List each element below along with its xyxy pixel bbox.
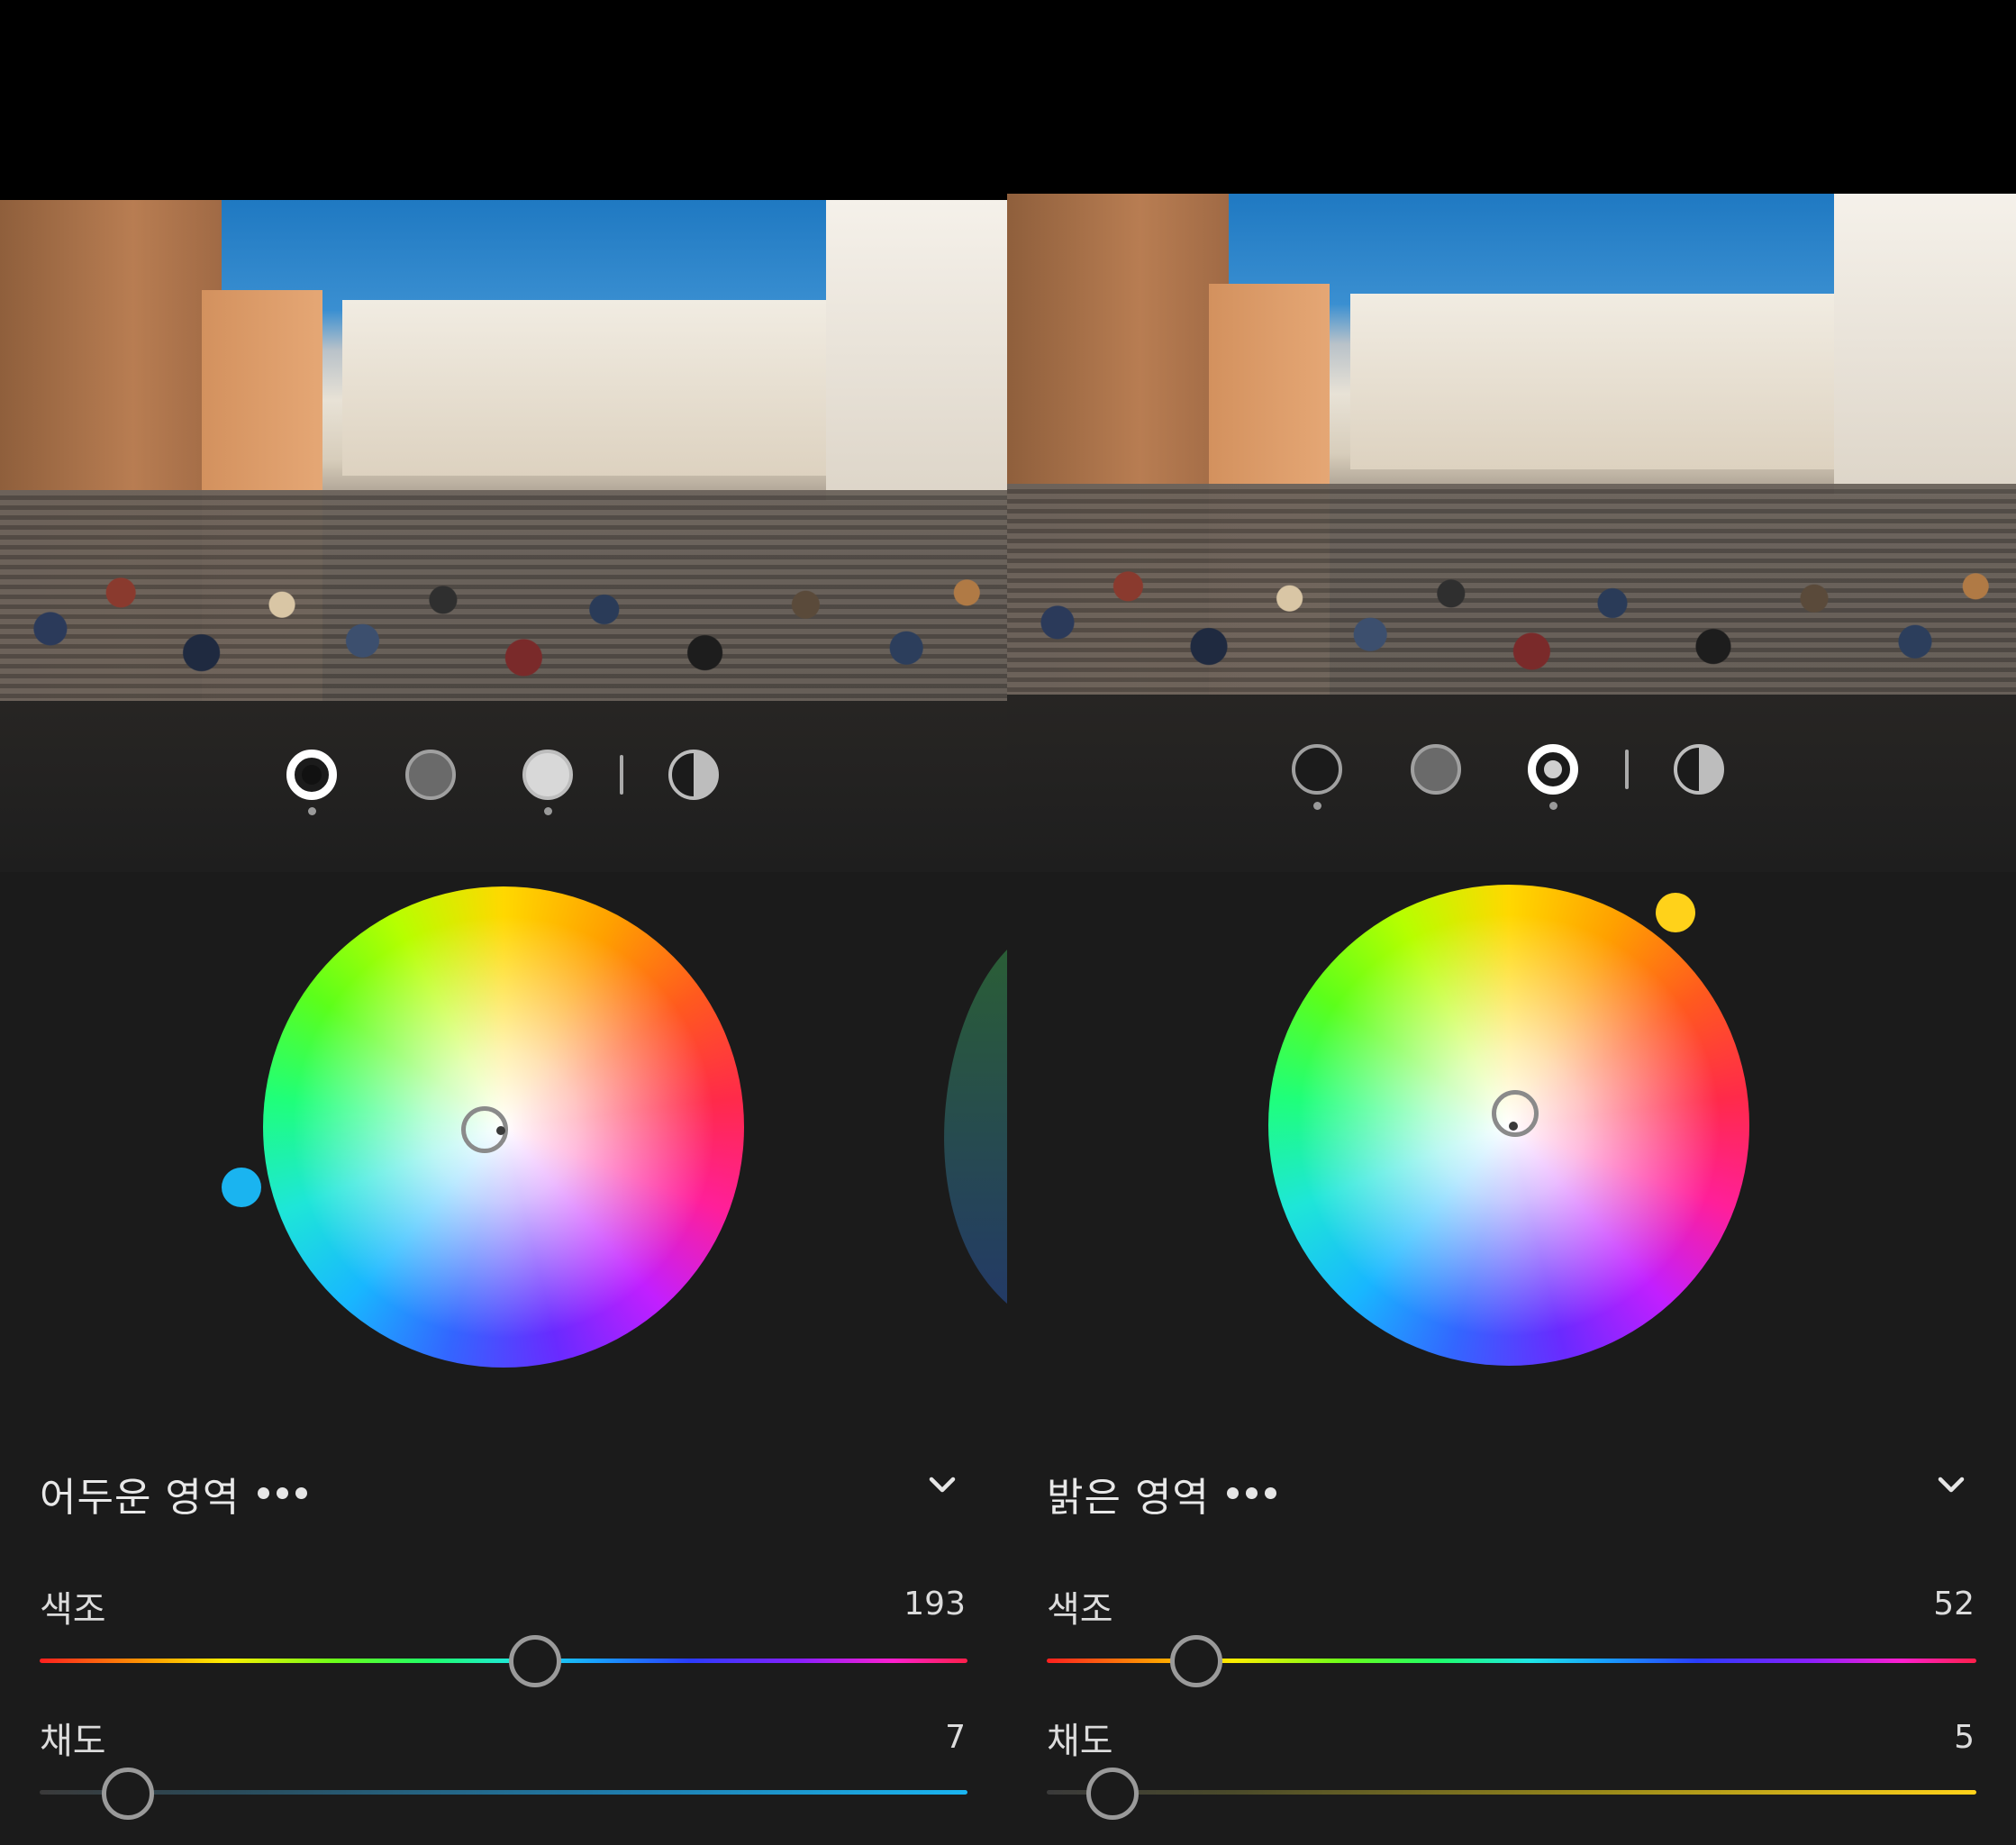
highlights-tone-button[interactable]: [1528, 744, 1578, 795]
saturation-value: 7: [945, 1719, 966, 1756]
shadows-tone-button[interactable]: [1292, 744, 1342, 795]
hue-label: 색조: [40, 1589, 106, 1631]
chevron-down-icon[interactable]: [1935, 1468, 1967, 1501]
tone-selector-bar: [0, 701, 1007, 872]
saturation-value: 5: [1954, 1719, 1975, 1756]
shadows-tone-button[interactable]: [286, 750, 337, 800]
hue-slider-thumb[interactable]: [1170, 1635, 1222, 1687]
photo-preview: [0, 200, 1007, 701]
more-options-icon[interactable]: [1227, 1486, 1284, 1500]
hue-knob[interactable]: [1656, 893, 1695, 932]
saturation-slider-track[interactable]: [1047, 1790, 1976, 1795]
status-bar: [0, 0, 1007, 200]
wheel-handle[interactable]: [1492, 1090, 1539, 1137]
tone-divider: [620, 755, 623, 795]
section-title: 밝은 영역: [1047, 1475, 1210, 1521]
color-grading-panel-shadows: 어두운 영역 색조 193 채도 7: [0, 0, 1007, 1845]
more-options-icon[interactable]: [258, 1486, 314, 1500]
midtones-tone-button[interactable]: [1411, 744, 1461, 795]
highlights-adjusted-indicator: [544, 807, 552, 815]
saturation-slider-track[interactable]: [40, 1790, 967, 1795]
saturation-label: 채도: [1047, 1721, 1113, 1762]
midtones-tone-button[interactable]: [405, 750, 456, 800]
photo-preview: [1007, 194, 2016, 695]
color-grading-panel-highlights: 밝은 영역 색조 52 채도 5: [1007, 0, 2016, 1845]
saturation-label: 채도: [40, 1721, 106, 1762]
shadows-adjusted-indicator: [1313, 802, 1321, 810]
wheel-handle[interactable]: [461, 1106, 508, 1153]
saturation-slider-thumb[interactable]: [102, 1768, 154, 1820]
saturation-slider-thumb[interactable]: [1086, 1768, 1139, 1820]
hue-slider-track[interactable]: [40, 1659, 967, 1663]
highlights-adjusted-indicator: [1549, 802, 1557, 810]
hue-knob[interactable]: [222, 1168, 261, 1207]
chevron-down-icon[interactable]: [926, 1468, 958, 1501]
hue-value: 193: [904, 1586, 966, 1622]
shadows-adjusted-indicator: [308, 807, 316, 815]
hue-value: 52: [1933, 1586, 1975, 1622]
hue-slider-thumb[interactable]: [509, 1635, 561, 1687]
status-bar: [1007, 0, 2016, 194]
hue-label: 색조: [1047, 1589, 1113, 1631]
highlights-tone-button[interactable]: [522, 750, 573, 800]
section-title: 어두운 영역: [40, 1475, 241, 1521]
tone-divider: [1625, 750, 1629, 789]
tone-selector-bar: [1007, 695, 2016, 872]
global-tone-button[interactable]: [1674, 744, 1724, 795]
global-tone-button[interactable]: [668, 750, 719, 800]
